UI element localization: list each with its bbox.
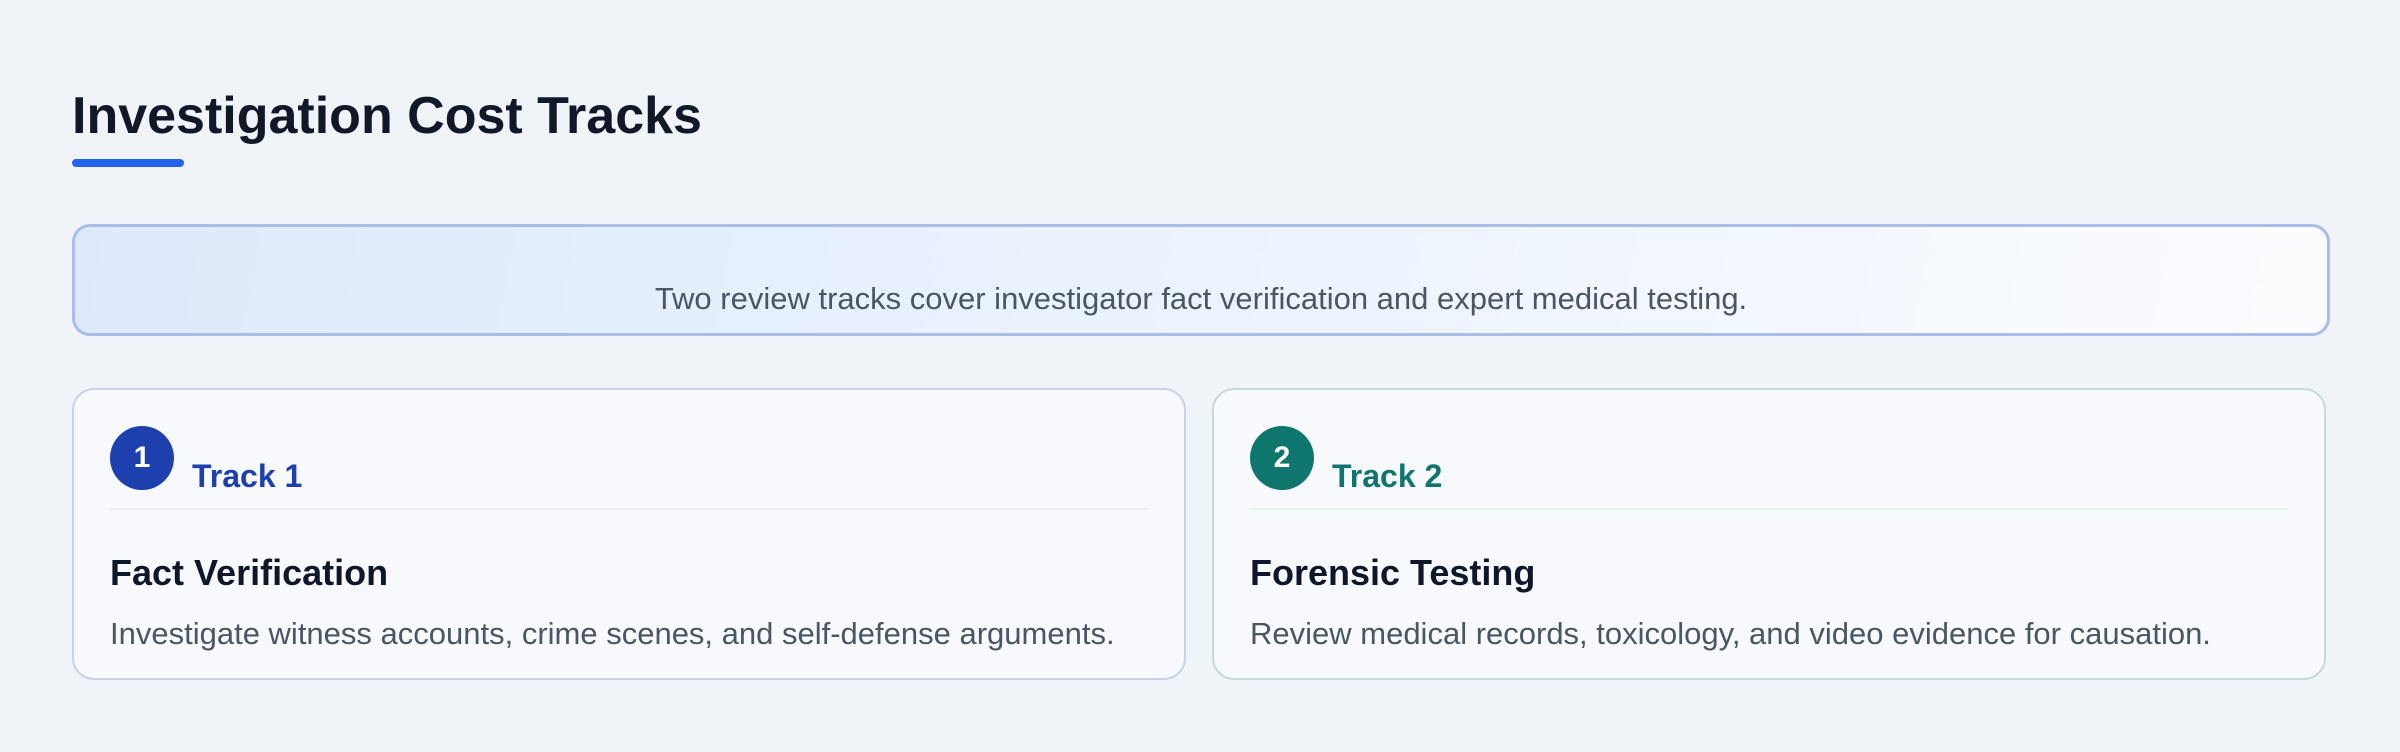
track-title: Fact Verification xyxy=(110,552,389,593)
card-divider xyxy=(1250,508,2288,510)
summary-banner: Two review tracks cover investigator fac… xyxy=(72,224,2330,336)
page-title: Investigation Cost Tracks xyxy=(72,87,702,145)
summary-banner-text: Two review tracks cover investigator fac… xyxy=(654,281,1748,316)
track-title: Forensic Testing xyxy=(1250,552,1536,593)
track-number-badge: 1 xyxy=(110,426,174,490)
track-card-forensic-testing: 2 Track 2 Forensic Testing Review medica… xyxy=(1212,388,2326,680)
track-number-badge: 2 xyxy=(1250,426,1314,490)
track-description: Investigate witness accounts, crime scen… xyxy=(110,616,1115,651)
track-card-fact-verification: 1 Track 1 Fact Verification Investigate … xyxy=(72,388,1186,680)
card-divider xyxy=(110,508,1148,510)
track-label: Track 1 xyxy=(192,458,303,494)
track-description: Review medical records, toxicology, and … xyxy=(1250,616,2211,651)
title-underline xyxy=(72,159,184,167)
track-label: Track 2 xyxy=(1332,458,1443,494)
